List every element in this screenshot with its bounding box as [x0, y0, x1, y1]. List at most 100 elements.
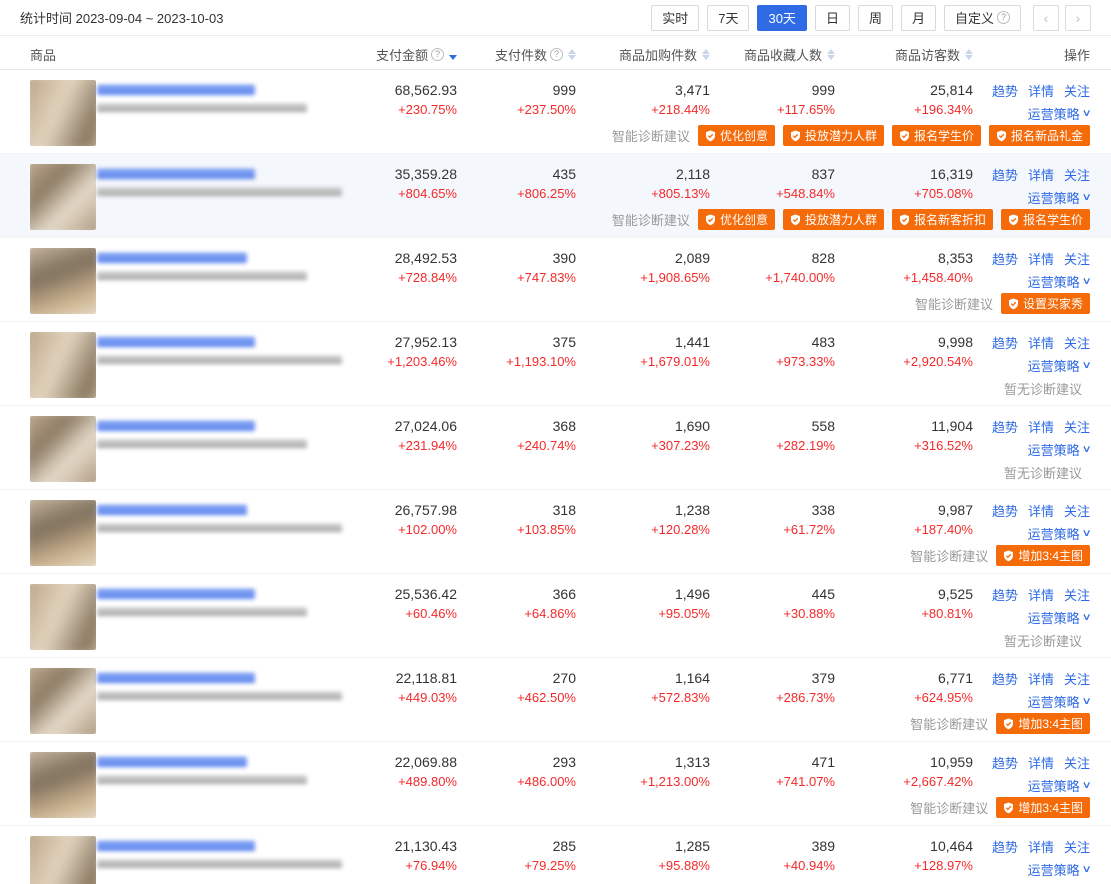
strategy-dropdown[interactable]: 运营策略 ∨ — [1028, 272, 1090, 291]
product-title-link[interactable] — [97, 757, 247, 767]
trend-link[interactable]: 趋势 — [992, 165, 1018, 184]
product-image[interactable] — [30, 752, 96, 818]
diagnosis-badge-button[interactable]: 报名学生价 — [892, 125, 981, 146]
fav-count-change: +61.72% — [710, 520, 835, 540]
diagnosis-badge-button[interactable]: 设置买家秀 — [1001, 293, 1090, 314]
detail-link[interactable]: 详情 — [1028, 669, 1054, 688]
time-filter-week[interactable]: 周 — [858, 5, 893, 31]
product-image[interactable] — [30, 248, 96, 314]
follow-link[interactable]: 关注 — [1064, 249, 1090, 268]
strategy-dropdown[interactable]: 运营策略 ∨ — [1028, 356, 1090, 375]
product-title-link[interactable] — [97, 673, 255, 683]
detail-link[interactable]: 详情 — [1028, 585, 1054, 604]
strategy-dropdown[interactable]: 运营策略 ∨ — [1028, 524, 1090, 543]
product-title-link[interactable] — [97, 589, 255, 599]
follow-link[interactable]: 关注 — [1064, 753, 1090, 772]
pay-amount-cell: 27,952.13 +1,203.46% — [370, 333, 457, 375]
diagnosis-badge-button[interactable]: 增加3:4主图 — [996, 713, 1090, 734]
detail-link[interactable]: 详情 — [1028, 249, 1054, 268]
trend-link[interactable]: 趋势 — [992, 501, 1018, 520]
column-fav-count[interactable]: 商品收藏人数 — [710, 45, 835, 64]
time-filter-custom[interactable]: 自定义 ? — [944, 5, 1021, 31]
strategy-dropdown[interactable]: 运营策略 ∨ — [1028, 692, 1090, 711]
diagnosis-badge-button[interactable]: 投放潜力人群 — [783, 125, 884, 146]
follow-link[interactable]: 关注 — [1064, 333, 1090, 352]
sort-icon[interactable] — [965, 49, 973, 60]
follow-link[interactable]: 关注 — [1064, 417, 1090, 436]
product-info — [97, 841, 342, 868]
diagnosis-badge-button[interactable]: 报名新品礼金 — [989, 125, 1090, 146]
strategy-dropdown[interactable]: 运营策略 ∨ — [1028, 608, 1090, 627]
trend-link[interactable]: 趋势 — [992, 669, 1018, 688]
product-image[interactable] — [30, 836, 96, 884]
trend-link[interactable]: 趋势 — [992, 81, 1018, 100]
product-title-link[interactable] — [97, 253, 247, 263]
diagnosis-badge-button[interactable]: 增加3:4主图 — [996, 797, 1090, 818]
trend-link[interactable]: 趋势 — [992, 837, 1018, 856]
product-title-link[interactable] — [97, 505, 247, 515]
diagnosis-badge-button[interactable]: 报名学生价 — [1001, 209, 1090, 230]
product-image[interactable] — [30, 80, 96, 146]
time-filter-7days[interactable]: 7天 — [707, 5, 749, 31]
trend-link[interactable]: 趋势 — [992, 417, 1018, 436]
strategy-dropdown[interactable]: 运营策略 ∨ — [1028, 188, 1090, 207]
sort-icon[interactable] — [702, 49, 710, 60]
help-icon[interactable]: ? — [431, 48, 444, 61]
cart-count-cell: 1,238 +120.28% — [576, 501, 710, 543]
strategy-dropdown[interactable]: 运营策略 ∨ — [1028, 440, 1090, 459]
column-cart-count[interactable]: 商品加购件数 — [576, 45, 710, 64]
diagnosis-badge-button[interactable]: 优化创意 — [698, 209, 775, 230]
product-image[interactable] — [30, 584, 96, 650]
product-image[interactable] — [30, 332, 96, 398]
detail-link[interactable]: 详情 — [1028, 165, 1054, 184]
product-info — [97, 169, 342, 196]
trend-link[interactable]: 趋势 — [992, 753, 1018, 772]
sort-icon-active-desc[interactable] — [449, 49, 457, 60]
detail-link[interactable]: 详情 — [1028, 753, 1054, 772]
next-page-button[interactable]: › — [1065, 5, 1091, 31]
detail-link[interactable]: 详情 — [1028, 417, 1054, 436]
sort-icon[interactable] — [568, 49, 576, 60]
follow-link[interactable]: 关注 — [1064, 81, 1090, 100]
prev-page-button[interactable]: ‹ — [1033, 5, 1059, 31]
time-filter-month[interactable]: 月 — [901, 5, 936, 31]
trend-link[interactable]: 趋势 — [992, 333, 1018, 352]
product-title-link[interactable] — [97, 85, 255, 95]
help-icon[interactable]: ? — [550, 48, 563, 61]
column-pay-count[interactable]: 支付件数 ? — [457, 45, 576, 64]
detail-link[interactable]: 详情 — [1028, 81, 1054, 100]
strategy-dropdown[interactable]: 运营策略 ∨ — [1028, 104, 1090, 123]
follow-link[interactable]: 关注 — [1064, 669, 1090, 688]
trend-link[interactable]: 趋势 — [992, 585, 1018, 604]
product-title-link[interactable] — [97, 337, 255, 347]
product-image[interactable] — [30, 500, 96, 566]
column-visitor-count[interactable]: 商品访客数 — [835, 45, 973, 64]
time-filter-30days[interactable]: 30天 — [757, 5, 806, 31]
column-pay-amount[interactable]: 支付金额 ? — [370, 45, 457, 64]
follow-link[interactable]: 关注 — [1064, 585, 1090, 604]
sort-icon[interactable] — [827, 49, 835, 60]
fav-count-change: +741.07% — [710, 772, 835, 792]
diagnosis-badge-button[interactable]: 增加3:4主图 — [996, 545, 1090, 566]
time-filter-realtime[interactable]: 实时 — [651, 5, 699, 31]
detail-link[interactable]: 详情 — [1028, 501, 1054, 520]
time-filter-day[interactable]: 日 — [815, 5, 850, 31]
product-title-link[interactable] — [97, 841, 255, 851]
strategy-dropdown[interactable]: 运营策略 ∨ — [1028, 860, 1090, 879]
diagnosis-badge-button[interactable]: 报名新客折扣 — [892, 209, 993, 230]
follow-link[interactable]: 关注 — [1064, 501, 1090, 520]
product-image[interactable] — [30, 416, 96, 482]
detail-link[interactable]: 详情 — [1028, 333, 1054, 352]
diagnosis-badge-button[interactable]: 优化创意 — [698, 125, 775, 146]
product-image[interactable] — [30, 668, 96, 734]
strategy-dropdown[interactable]: 运营策略 ∨ — [1028, 776, 1090, 795]
follow-link[interactable]: 关注 — [1064, 165, 1090, 184]
product-title-link[interactable] — [97, 169, 255, 179]
product-subtitle — [97, 188, 342, 196]
follow-link[interactable]: 关注 — [1064, 837, 1090, 856]
product-image[interactable] — [30, 164, 96, 230]
trend-link[interactable]: 趋势 — [992, 249, 1018, 268]
detail-link[interactable]: 详情 — [1028, 837, 1054, 856]
diagnosis-badge-button[interactable]: 投放潜力人群 — [783, 209, 884, 230]
product-title-link[interactable] — [97, 421, 255, 431]
